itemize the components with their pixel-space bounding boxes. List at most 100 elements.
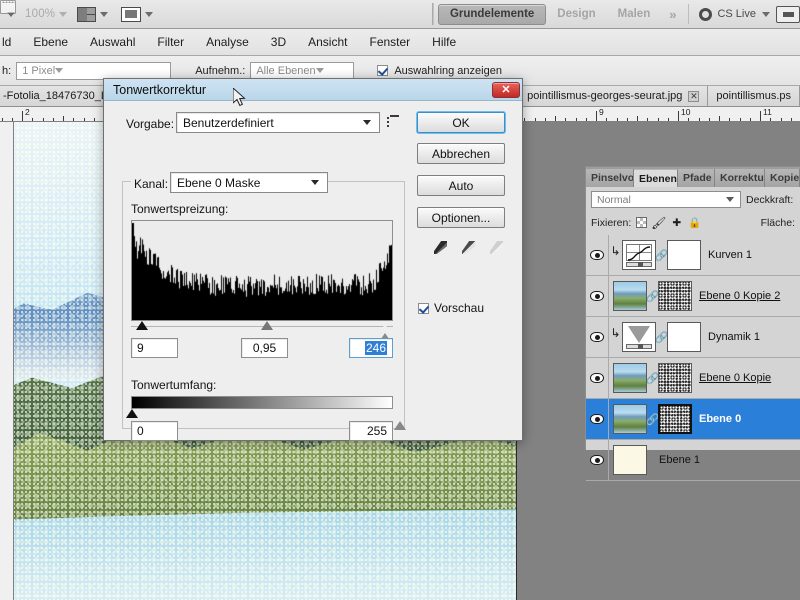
layer-row-dynamik-1[interactable]: ↳ 🔗 Dynamik 1 [586, 317, 800, 358]
channel-select[interactable]: Ebene 0 Maske [170, 172, 328, 193]
menu-item-auswahl[interactable]: Auswahl [79, 29, 146, 56]
ruler-minor-tick [749, 118, 751, 121]
tab-kopie[interactable]: Kopie [765, 169, 800, 187]
layer-visibility-toggle[interactable] [586, 399, 609, 439]
preset-menu-icon[interactable] [387, 115, 401, 129]
eyedropper-white-icon[interactable] [487, 241, 504, 258]
menu-item-analyse[interactable]: Analyse [195, 29, 260, 56]
layer-thumbnail-photo[interactable] [613, 363, 647, 393]
layer-mask-thumbnail[interactable] [667, 240, 701, 270]
layer-name[interactable]: Kurven 1 [708, 249, 752, 261]
output-black-field[interactable]: 0 [131, 421, 178, 441]
layer-thumbnail-photo[interactable] [613, 404, 647, 434]
layer-thumbnail-photo[interactable] [613, 281, 647, 311]
layer-row-ebene-0-kopie[interactable]: 🔗 Ebene 0 Kopie [586, 358, 800, 399]
menu-item-ebene[interactable]: Ebene [22, 29, 79, 56]
layer-thumbnail-curves[interactable] [622, 240, 656, 270]
zoom-level-value[interactable]: 100% [25, 8, 55, 20]
input-gamma-field[interactable]: 0,95 [241, 338, 288, 358]
link-icon[interactable]: 🔗 [646, 288, 660, 304]
layer-visibility-toggle[interactable] [586, 235, 609, 275]
workspace-grundelemente[interactable]: Grundelemente [437, 3, 547, 25]
output-white-handle[interactable] [394, 409, 406, 430]
workspace-design[interactable]: Design [546, 4, 606, 25]
zoom-chevron-down-icon[interactable] [59, 11, 68, 17]
sample-field[interactable]: Alle Ebenen [250, 61, 355, 80]
show-selection-ring-checkbox[interactable] [377, 65, 389, 76]
menu-item-hilfe[interactable]: Hilfe [421, 29, 467, 56]
layer-row-ebene-0[interactable]: 🔗 Ebene 0 [586, 399, 800, 440]
output-white-field[interactable]: 255 [349, 421, 393, 441]
layer-name[interactable]: Ebene 0 Kopie [699, 372, 771, 384]
layer-visibility-toggle[interactable] [586, 358, 609, 398]
layer-mask-thumbnail[interactable] [658, 281, 692, 311]
dialog-title-bar[interactable]: Tonwertkorrektur ✕ [104, 79, 522, 101]
menu-item-3d[interactable]: 3D [260, 29, 297, 56]
minimize-button[interactable] [776, 5, 800, 23]
size-field[interactable]: 1 Pixel [16, 61, 172, 80]
ok-button[interactable]: OK [417, 112, 505, 133]
menu-item-fenster[interactable]: Fenster [358, 29, 421, 56]
layers-panel[interactable]: Pinselvorg Ebenen Pfade Korrektur Kopie … [585, 166, 800, 481]
lock-all-padlock-icon[interactable]: 🔒 [688, 216, 701, 229]
layer-name[interactable]: Ebene 0 Kopie 2 [699, 290, 780, 302]
layer-row-kurven-1[interactable]: ↳ 🔗 Kurven 1 [586, 235, 800, 276]
menu-item-filter[interactable]: Filter [146, 29, 195, 56]
layer-visibility-toggle[interactable] [586, 440, 609, 480]
preset-select[interactable]: Benutzerdefiniert [176, 112, 380, 133]
layer-thumbnail-fill[interactable] [613, 445, 647, 475]
layer-row-ebene-0-kopie-2[interactable]: 🔗 Ebene 0 Kopie 2 [586, 276, 800, 317]
output-white-value: 255 [366, 424, 387, 438]
layer-visibility-toggle[interactable] [586, 276, 609, 316]
link-icon[interactable]: 🔗 [655, 247, 669, 263]
input-white-field[interactable]: 246 [349, 338, 393, 358]
blend-mode-select[interactable]: Normal [591, 191, 741, 208]
lock-position-move-icon[interactable]: ✚ [670, 216, 683, 229]
link-icon[interactable]: 🔗 [655, 329, 669, 345]
layer-thumbnail-vibrance[interactable] [622, 322, 656, 352]
layer-row-ebene-1[interactable]: Ebene 1 [586, 440, 800, 481]
layer-name[interactable]: Dynamik 1 [708, 331, 760, 343]
link-icon[interactable]: 🔗 [646, 411, 660, 427]
preview-checkbox[interactable] [418, 303, 429, 314]
more-workspaces-icon[interactable]: » [661, 7, 682, 22]
menu-item-bild[interactable]: ld [0, 29, 22, 56]
input-black-handle[interactable] [136, 321, 148, 330]
input-black-field[interactable]: 9 [131, 338, 178, 358]
lock-transparency-icon[interactable] [636, 217, 648, 228]
layer-name[interactable]: Ebene 0 [699, 413, 741, 425]
levels-dialog[interactable]: Tonwertkorrektur ✕ Vorgabe: Benutzerdefi… [103, 78, 523, 441]
input-white-value: 246 [364, 341, 387, 355]
bridge-button[interactable] [0, 0, 25, 25]
document-tab-seurat[interactable]: pointillismus-georges-seurat.jpg ✕ [519, 86, 709, 106]
tab-pinselvorgaben[interactable]: Pinselvorg [586, 169, 634, 187]
close-icon[interactable]: ✕ [688, 90, 700, 102]
cancel-button[interactable]: Abbrechen [417, 143, 505, 164]
workspace-malen[interactable]: Malen [607, 4, 662, 25]
layer-mask-thumbnail[interactable] [658, 404, 692, 434]
tab-pfade[interactable]: Pfade [678, 169, 715, 187]
layer-mask-thumbnail[interactable] [658, 363, 692, 393]
arrange-documents-button[interactable] [74, 3, 118, 25]
dialog-close-button[interactable]: ✕ [492, 81, 520, 98]
menu-item-ansicht[interactable]: Ansicht [297, 29, 358, 56]
output-levels-label: Tonwertumfang: [131, 378, 217, 392]
auto-button[interactable]: Auto [417, 175, 505, 196]
layers-list[interactable]: ↳ 🔗 Kurven 1 🔗 Ebene 0 Kopie 2 ↳ 🔗 Dynam… [586, 235, 800, 481]
cs-live-button[interactable]: CS Live [695, 7, 776, 21]
eyedropper-black-icon[interactable] [431, 241, 448, 258]
eyedropper-gray-icon[interactable] [459, 241, 476, 258]
layer-name[interactable]: Ebene 1 [659, 454, 700, 466]
layer-mask-thumbnail[interactable] [667, 322, 701, 352]
layer-visibility-toggle[interactable] [586, 317, 609, 357]
options-button[interactable]: Optionen... [417, 207, 505, 228]
document-tab-pointillismus[interactable]: pointillismus.ps [708, 86, 800, 106]
tab-ebenen[interactable]: Ebenen [634, 169, 678, 187]
vertical-ruler[interactable] [0, 122, 14, 600]
lock-image-brush-icon[interactable]: 🖌 [651, 216, 666, 230]
tab-korrekturen[interactable]: Korrektur [715, 169, 765, 187]
input-gamma-handle[interactable] [261, 321, 273, 330]
output-black-handle[interactable] [126, 409, 138, 418]
screen-mode-button[interactable] [118, 3, 163, 25]
link-icon[interactable]: 🔗 [646, 370, 660, 386]
